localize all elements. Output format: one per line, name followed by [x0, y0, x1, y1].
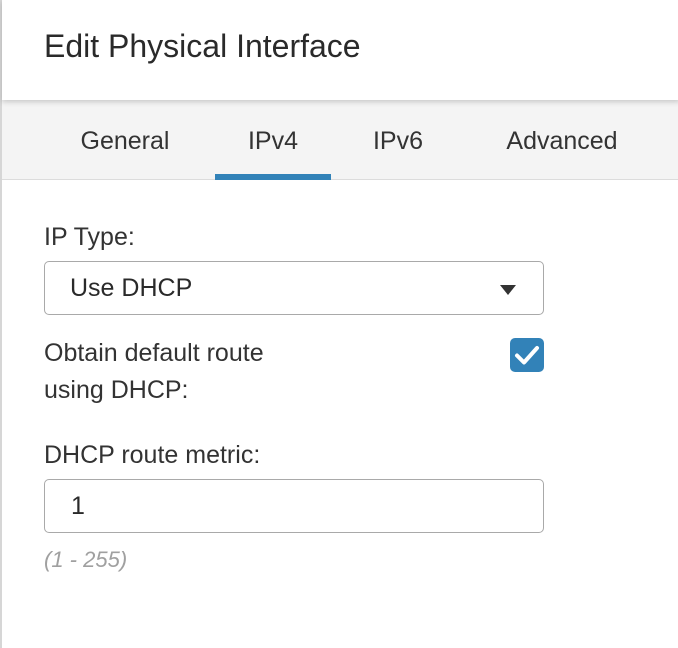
tab-advanced[interactable]: Advanced [482, 100, 642, 180]
ip-type-value: Use DHCP [70, 274, 193, 302]
tab-label: General [80, 126, 170, 155]
tab-label: IPv6 [372, 126, 424, 155]
route-metric-input[interactable] [44, 479, 544, 533]
chevron-down-icon [500, 285, 516, 295]
tab-label: Advanced [506, 126, 618, 155]
ip-type-select[interactable]: Use DHCP [44, 261, 544, 315]
tab-ipv4[interactable]: IPv4 [215, 100, 331, 180]
route-metric-hint: (1 - 255) [44, 547, 128, 572]
tab-label: IPv4 [247, 126, 299, 155]
dialog-title: Edit Physical Interface [44, 28, 361, 64]
tab-general[interactable]: General [60, 100, 190, 180]
tab-ipv6[interactable]: IPv6 [354, 100, 442, 180]
default-route-label-line1: Obtain default route [44, 339, 264, 367]
route-metric-label: DHCP route metric: [44, 441, 261, 469]
tab-bar: General IPv4 IPv6 Advanced [2, 100, 678, 180]
dialog-header: Edit Physical Interface [2, 0, 678, 100]
default-route-checkbox[interactable] [510, 338, 544, 372]
checkmark-icon [515, 346, 539, 365]
default-route-label-line2: using DHCP: [44, 376, 189, 404]
ip-type-label: IP Type: [44, 223, 135, 251]
edit-interface-dialog: Edit Physical Interface General IPv4 IPv… [0, 0, 678, 648]
